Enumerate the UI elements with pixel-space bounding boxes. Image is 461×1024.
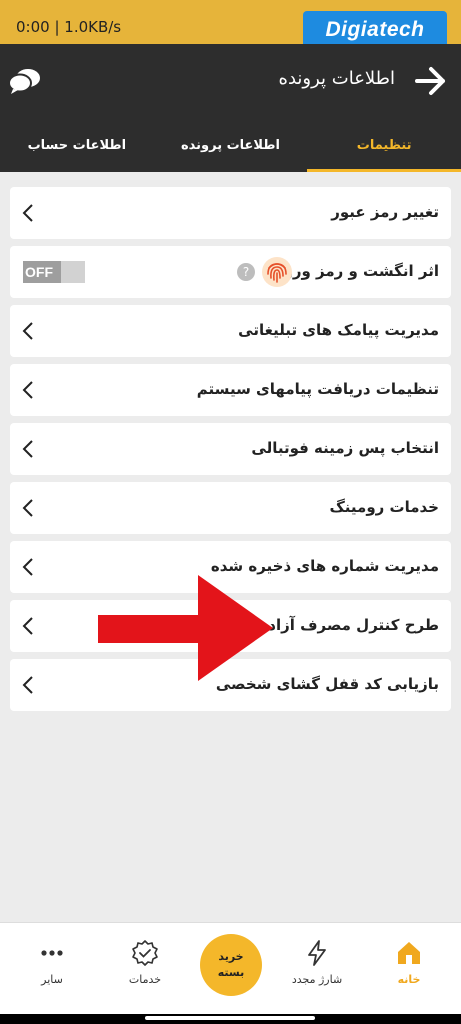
item-label: مدیریت شماره های ذخیره شده — [210, 557, 439, 575]
nav-recharge[interactable]: شارژ مجدد — [282, 939, 352, 986]
item-label: اثر انگشت و رمز ورود — [275, 262, 439, 280]
football-background-item[interactable]: انتخاب پس زمینه فوتبالی — [10, 423, 451, 475]
buy-label-line1: خرید — [218, 950, 244, 963]
item-label: طرح کنترل مصرف آزاد — [268, 616, 439, 634]
buy-package-button[interactable]: خرید بسته — [200, 934, 262, 996]
item-label: خدمات رومینگ — [329, 498, 439, 516]
buy-label-line2: بسته — [217, 966, 245, 979]
tab-settings[interactable]: تنظیمات — [307, 118, 461, 172]
item-label: انتخاب پس زمینه فوتبالی — [251, 439, 439, 457]
home-indicator[interactable] — [145, 1016, 315, 1020]
item-label: مدیریت پیامک های تبلیغاتی — [238, 321, 439, 339]
nav-home[interactable]: خانه — [374, 939, 444, 986]
status-bar: 0:00 | 1.0KB/s Digiatech — [0, 0, 461, 49]
network-speed: 0:00 | 1.0KB/s — [16, 18, 122, 36]
fingerprint-item: اثر انگشت و رمز ورود ? OFF — [10, 246, 451, 298]
chevron-left-icon — [22, 617, 33, 635]
nav-label: خانه — [397, 973, 421, 986]
chevron-left-icon — [22, 558, 33, 576]
nav-other[interactable]: سایر — [17, 939, 87, 986]
more-dots-icon — [41, 950, 63, 956]
logo-text: Digiatech — [325, 18, 425, 41]
lightning-icon — [308, 940, 326, 966]
nav-label: خدمات — [128, 973, 162, 986]
chat-icon[interactable] — [8, 66, 42, 96]
roaming-item[interactable]: خدمات رومینگ — [10, 482, 451, 534]
toggle-label: OFF — [25, 264, 53, 280]
app-header: اطلاعات پرونده — [0, 44, 461, 118]
red-arrow-annotation — [98, 575, 273, 681]
tab-file-info[interactable]: اطلاعات پرونده — [154, 118, 308, 172]
page-title: اطلاعات پرونده — [278, 68, 395, 89]
nav-services[interactable]: خدمات — [110, 939, 180, 986]
chevron-left-icon — [22, 204, 33, 222]
chevron-left-icon — [22, 499, 33, 517]
chevron-left-icon — [22, 676, 33, 694]
system-messages-item[interactable]: تنظیمات دریافت پیامهای سیستم — [10, 364, 451, 416]
back-arrow-icon[interactable] — [413, 64, 447, 98]
nav-label: سایر — [41, 973, 63, 986]
ads-sms-item[interactable]: مدیریت پیامک های تبلیغاتی — [10, 305, 451, 357]
tab-account-info[interactable]: اطلاعات حساب — [0, 118, 154, 172]
chevron-left-icon — [22, 381, 33, 399]
toggle-knob — [61, 261, 85, 283]
tab-bar: تنظیمات اطلاعات پرونده اطلاعات حساب — [0, 118, 461, 172]
badge-check-icon — [132, 940, 158, 966]
nav-label: شارژ مجدد — [291, 973, 343, 986]
change-password-item[interactable]: تغییر رمز عبور — [10, 187, 451, 239]
fingerprint-icon — [262, 257, 292, 287]
item-label: تغییر رمز عبور — [331, 203, 439, 221]
chevron-left-icon — [22, 440, 33, 458]
chevron-left-icon — [22, 322, 33, 340]
system-home-bar — [0, 1014, 461, 1024]
fingerprint-toggle[interactable]: OFF — [23, 261, 85, 283]
help-icon[interactable]: ? — [237, 263, 255, 281]
home-icon — [398, 942, 420, 964]
item-label: تنظیمات دریافت پیامهای سیستم — [196, 380, 439, 398]
